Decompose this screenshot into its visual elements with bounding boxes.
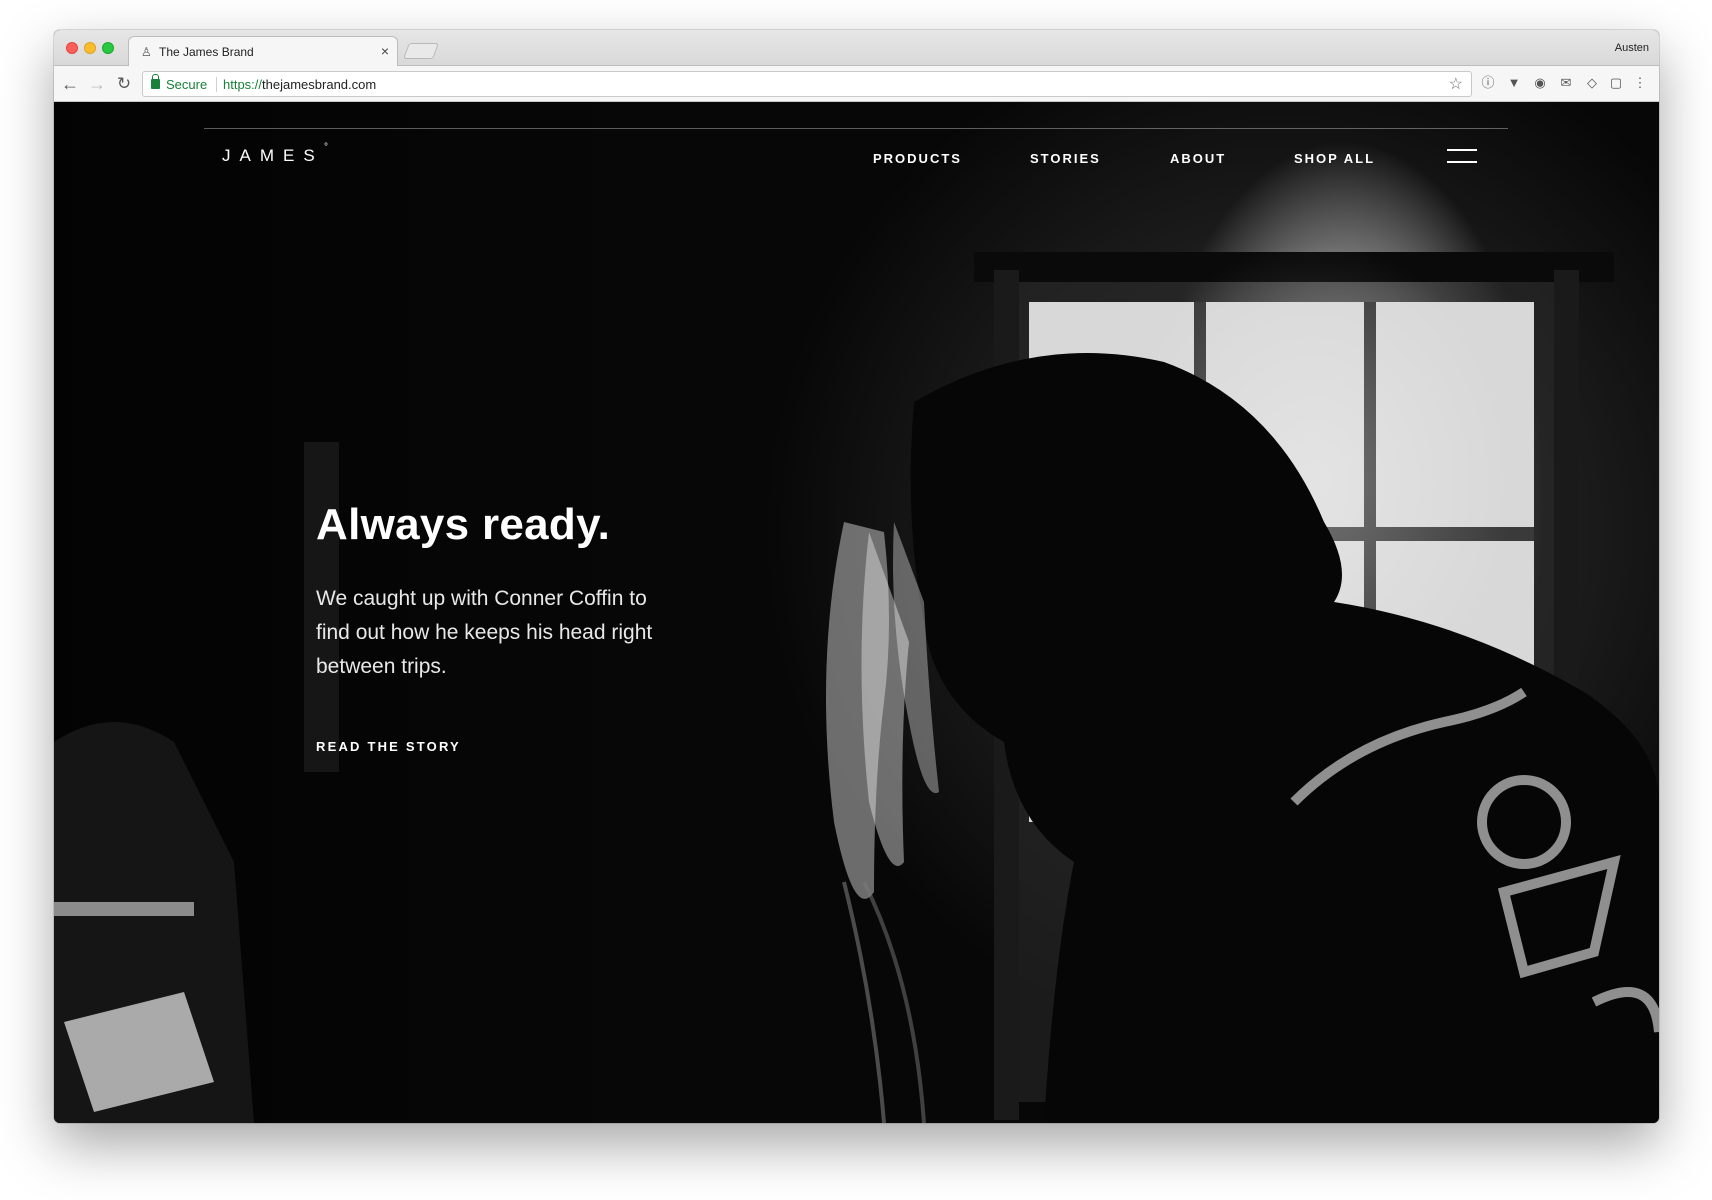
new-tab-button[interactable]	[403, 43, 439, 59]
site-favicon-icon: ♙	[141, 45, 152, 59]
arrow-right-icon[interactable]: →	[86, 73, 108, 95]
tab-strip: ♙ The James Brand × Austen	[54, 30, 1659, 67]
page-viewport: JAMES ° PRODUCTS STORIES ABOUT SHOP ALL …	[54, 102, 1659, 1123]
hamburger-icon[interactable]	[1447, 149, 1477, 165]
nav-products[interactable]: PRODUCTS	[873, 151, 962, 166]
arrow-left-icon[interactable]: ←	[59, 73, 81, 95]
tab-close-icon[interactable]: ×	[381, 43, 389, 59]
logo-degree-mark: °	[324, 142, 328, 153]
address-bar[interactable]: Secure https://thejamesbrand.com ☆	[142, 71, 1472, 97]
url-scheme: https://	[223, 77, 263, 92]
chrome-extension-icon[interactable]: ◉	[1532, 75, 1548, 91]
minimize-window-button[interactable]	[84, 42, 96, 54]
dropbox-extension-icon[interactable]: ◇	[1584, 75, 1600, 91]
star-icon[interactable]: ☆	[1449, 74, 1463, 94]
nav-stories[interactable]: STORIES	[1030, 151, 1101, 166]
browser-toolbar: ← → ↻ Secure https://thejamesbrand.com ☆…	[54, 66, 1659, 102]
site-logo[interactable]: JAMES	[222, 146, 324, 166]
screenshot-extension-icon[interactable]: ▢	[1608, 75, 1624, 91]
browser-tab[interactable]: ♙ The James Brand ×	[128, 36, 398, 67]
nav-shop-all[interactable]: SHOP ALL	[1294, 151, 1375, 166]
nav-about[interactable]: ABOUT	[1170, 151, 1226, 166]
hero-photo	[54, 102, 1659, 1123]
mail-extension-icon[interactable]: ✉	[1558, 75, 1574, 91]
url-host: thejamesbrand.com	[262, 77, 377, 92]
read-story-link[interactable]: READ THE STORY	[316, 739, 461, 754]
close-window-button[interactable]	[66, 42, 78, 54]
hero-headline: Always ready.	[316, 500, 611, 549]
header-divider	[204, 128, 1508, 129]
pocket-extension-icon[interactable]: ▼	[1506, 75, 1522, 91]
omnibox-divider	[216, 77, 217, 92]
profile-name[interactable]: Austen	[1615, 42, 1649, 54]
secure-label: Secure	[166, 77, 208, 92]
hamburger-bar	[1447, 149, 1477, 151]
lock-icon	[151, 74, 160, 89]
chrome-menu-icon[interactable]: ⋮	[1632, 75, 1648, 91]
browser-window: ♙ The James Brand × Austen ← → ↻ Secure …	[54, 30, 1659, 1123]
tab-title: The James Brand	[159, 45, 254, 59]
url-text[interactable]: https://thejamesbrand.com	[223, 77, 376, 92]
reload-icon[interactable]: ↻	[113, 73, 135, 95]
zoom-window-button[interactable]	[102, 42, 114, 54]
hamburger-bar	[1447, 161, 1477, 163]
hero-body: We caught up with Conner Coffin to find …	[316, 587, 653, 678]
info-extension-icon[interactable]: ⓘ	[1480, 75, 1496, 91]
